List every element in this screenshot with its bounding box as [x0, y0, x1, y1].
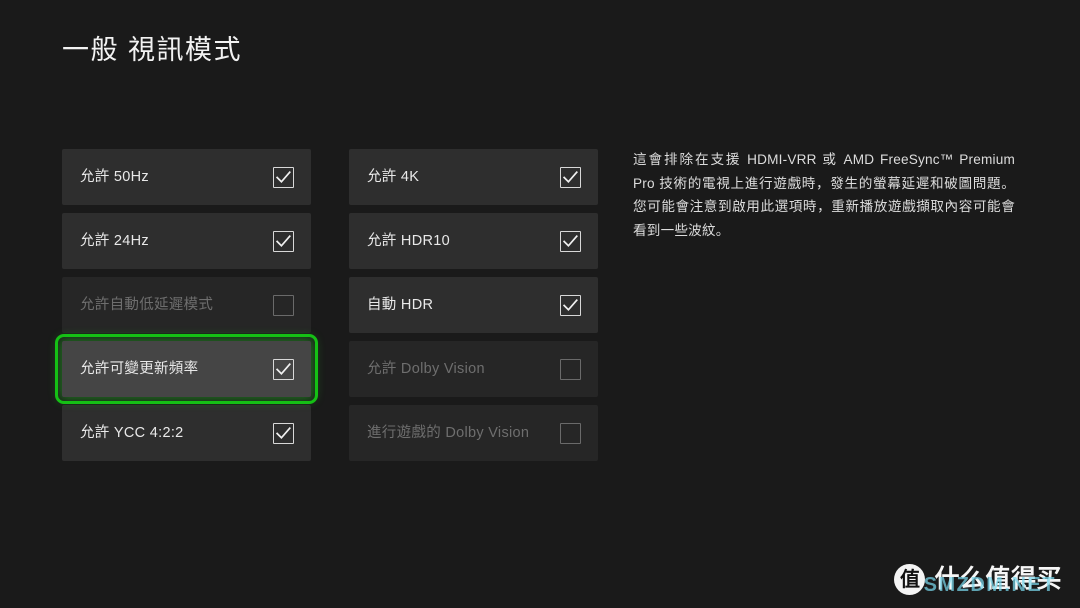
settings-column-left: 允許 50Hz 允許 24Hz 允許自動低延遲模式 允許可變更新頻率 允許 YCC 4:…: [55, 149, 318, 469]
setting-label: 允許 HDR10: [367, 232, 450, 249]
checkbox-checked-icon[interactable]: [273, 358, 294, 380]
checkbox-checked-icon[interactable]: [273, 422, 294, 444]
checkbox-unchecked-icon: [560, 422, 581, 444]
setting-row: 允許自動低延遲模式: [62, 277, 311, 333]
checkbox-checked-icon[interactable]: [560, 294, 581, 316]
setting-label: 允許 24Hz: [80, 232, 149, 249]
checkbox-checked-icon[interactable]: [560, 230, 581, 252]
checkbox-unchecked-icon: [273, 294, 294, 316]
checkbox-unchecked-icon: [560, 358, 581, 380]
setting-row[interactable]: 允許 24Hz: [62, 213, 311, 269]
setting-label: 允許自動低延遲模式: [80, 296, 214, 313]
setting-row[interactable]: 允許 HDR10: [349, 213, 598, 269]
checkbox-checked-icon[interactable]: [273, 230, 294, 252]
watermark: 值 什么值得买 SMZDM.NET: [894, 560, 1062, 598]
description-text: 這會排除在支援 HDMI-VRR 或 AMD FreeSync™ Premium…: [633, 152, 1015, 238]
setting-row: 允許 Dolby Vision: [349, 341, 598, 397]
setting-label: 允許可變更新頻率: [80, 360, 199, 377]
checkbox-checked-icon[interactable]: [560, 166, 581, 188]
setting-row[interactable]: 自動 HDR: [349, 277, 598, 333]
setting-label: 允許 50Hz: [80, 168, 149, 185]
setting-row: 進行遊戲的 Dolby Vision: [349, 405, 598, 461]
page-title: 一般 視訊模式: [62, 35, 243, 65]
setting-row[interactable]: 允許 YCC 4:2:2: [62, 405, 311, 461]
settings-column-middle: 允許 4K 允許 HDR10 自動 HDR 允許 Dolby Vision 進行遊戲的 …: [349, 149, 598, 469]
setting-label: 允許 YCC 4:2:2: [80, 424, 184, 441]
setting-label: 進行遊戲的 Dolby Vision: [367, 424, 530, 441]
setting-row[interactable]: 允許 4K: [349, 149, 598, 205]
setting-label: 允許 Dolby Vision: [367, 360, 485, 377]
setting-row[interactable]: 允許 50Hz: [62, 149, 311, 205]
setting-label: 允許 4K: [367, 168, 420, 185]
setting-row[interactable]: 允許可變更新頻率: [55, 334, 318, 404]
smzdm-logo-icon: 值: [894, 563, 926, 595]
checkbox-checked-icon[interactable]: [273, 166, 294, 188]
setting-label: 自動 HDR: [367, 296, 434, 313]
watermark-label: 什么值得买: [934, 564, 1062, 593]
